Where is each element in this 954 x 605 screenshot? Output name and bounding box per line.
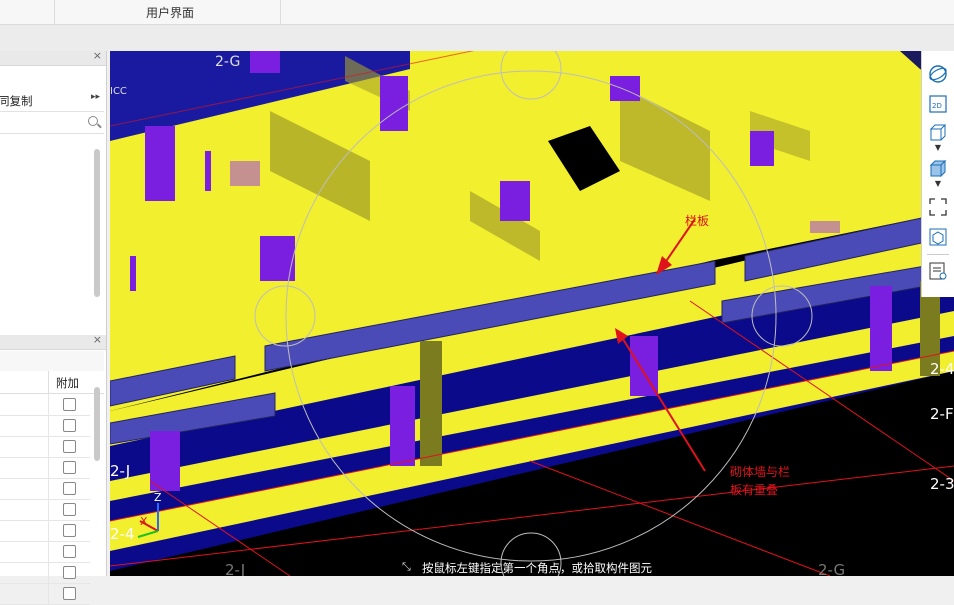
column-divider bbox=[48, 478, 49, 499]
chevron-down-icon[interactable]: ▼ bbox=[928, 143, 948, 153]
attach-checkbox[interactable] bbox=[63, 440, 76, 453]
attach-checkbox[interactable] bbox=[63, 524, 76, 537]
axis-label: 2-F bbox=[930, 405, 954, 423]
annotation-label: 板有重叠 bbox=[730, 483, 778, 497]
column-divider bbox=[48, 520, 49, 541]
column bbox=[870, 286, 892, 371]
column-header-attach: 附加 bbox=[56, 376, 79, 390]
column-olive bbox=[420, 341, 442, 466]
axis-label: 2-4 bbox=[110, 525, 135, 543]
panel-toolbar bbox=[0, 351, 104, 371]
title-bar: 用户界面 bbox=[0, 0, 954, 25]
properties-icon[interactable] bbox=[928, 261, 948, 281]
column bbox=[130, 256, 136, 291]
table-header: 附加 bbox=[0, 371, 104, 394]
pink-opening bbox=[810, 221, 840, 233]
annotation-label: 砌体墙与栏 bbox=[730, 464, 790, 479]
ribbon-strip bbox=[0, 25, 954, 51]
column-divider bbox=[48, 415, 49, 436]
attach-checkbox[interactable] bbox=[63, 545, 76, 558]
column bbox=[390, 386, 415, 466]
table-row bbox=[0, 541, 90, 563]
panel-header-bottom: × bbox=[0, 333, 106, 350]
3d-viewport[interactable]: 栏板 砌体墙与栏 板有重叠 2-G ICC 2-4 2-F 2-3 2-J 2-… bbox=[110, 51, 954, 576]
view-toolbar: 2D ▼ ▼ bbox=[921, 51, 954, 297]
copy-row[interactable]: 同复制 ▸▸ bbox=[0, 87, 104, 112]
axis-label: 2-G bbox=[215, 54, 240, 70]
title-separator bbox=[54, 0, 55, 24]
chevron-down-icon[interactable]: ▼ bbox=[928, 179, 948, 189]
title-separator bbox=[280, 0, 281, 24]
column bbox=[610, 76, 640, 101]
column-divider bbox=[48, 562, 49, 583]
table-row bbox=[0, 499, 90, 521]
status-hint: 按鼠标左键指定第一个角点，或拾取构件图元 bbox=[422, 561, 652, 575]
search-icon bbox=[88, 116, 98, 126]
fit-view-icon[interactable] bbox=[928, 197, 948, 217]
column-divider bbox=[48, 394, 49, 415]
column-divider bbox=[48, 457, 49, 478]
annotation-label: 栏板 bbox=[685, 213, 709, 228]
view-2d-icon[interactable]: 2D bbox=[928, 94, 948, 114]
attach-checkbox[interactable] bbox=[63, 566, 76, 579]
column bbox=[145, 126, 175, 201]
attach-checkbox[interactable] bbox=[63, 398, 76, 411]
left-panel: × 同复制 ▸▸ × 附加 bbox=[0, 49, 107, 605]
column bbox=[250, 51, 280, 73]
pink-opening bbox=[230, 161, 260, 186]
axis-label: 2-4 bbox=[930, 360, 954, 378]
toolbar-separator bbox=[927, 254, 949, 255]
column-divider bbox=[48, 499, 49, 520]
column bbox=[380, 76, 408, 131]
copy-label: 同复制 bbox=[0, 94, 33, 108]
expand-icon[interactable]: ▸▸ bbox=[91, 92, 100, 102]
close-icon[interactable]: × bbox=[93, 333, 102, 346]
close-icon[interactable]: × bbox=[93, 49, 102, 62]
attach-checkbox[interactable] bbox=[63, 587, 76, 600]
attach-checkbox[interactable] bbox=[63, 482, 76, 495]
column bbox=[750, 131, 774, 166]
axis-z-label: Z bbox=[154, 491, 162, 504]
column-divider bbox=[48, 436, 49, 457]
column bbox=[500, 181, 530, 221]
column bbox=[205, 151, 211, 191]
axis-label: ICC bbox=[110, 86, 127, 97]
column-divider bbox=[48, 541, 49, 562]
table-row bbox=[0, 583, 90, 605]
svg-text:2D: 2D bbox=[932, 102, 942, 110]
scrollbar-top[interactable] bbox=[94, 149, 100, 297]
window-title: 用户界面 bbox=[146, 6, 195, 20]
axis-label: 2-3 bbox=[930, 475, 954, 493]
crosshair-icon: ⤡ bbox=[402, 560, 411, 573]
orbit-icon[interactable] bbox=[928, 64, 948, 84]
table-row bbox=[0, 457, 90, 479]
table-row bbox=[0, 478, 90, 500]
attach-checkbox[interactable] bbox=[63, 419, 76, 432]
panel-header-top: × bbox=[0, 49, 106, 66]
table-row bbox=[0, 436, 90, 458]
isometric-icon[interactable] bbox=[928, 227, 948, 247]
scrollbar-bottom[interactable] bbox=[94, 387, 100, 461]
column-divider bbox=[48, 371, 49, 393]
table-row bbox=[0, 520, 90, 542]
table-row bbox=[0, 562, 90, 584]
search-input[interactable] bbox=[0, 113, 104, 134]
column-divider bbox=[48, 583, 49, 604]
axis-label: 2-J bbox=[110, 462, 130, 480]
column bbox=[150, 431, 180, 491]
attach-checkbox[interactable] bbox=[63, 503, 76, 516]
table-row bbox=[0, 415, 90, 437]
axis-x-label: X bbox=[140, 515, 148, 528]
table-row bbox=[0, 394, 90, 416]
attach-checkbox[interactable] bbox=[63, 461, 76, 474]
3d-model-view[interactable]: 栏板 砌体墙与栏 板有重叠 2-G ICC 2-4 2-F 2-3 2-J 2-… bbox=[110, 51, 954, 576]
cube-icon[interactable] bbox=[928, 123, 948, 143]
solid-cube-icon[interactable] bbox=[928, 159, 948, 179]
status-bar: ⤡ 按鼠标左键指定第一个角点，或拾取构件图元 bbox=[110, 557, 954, 576]
